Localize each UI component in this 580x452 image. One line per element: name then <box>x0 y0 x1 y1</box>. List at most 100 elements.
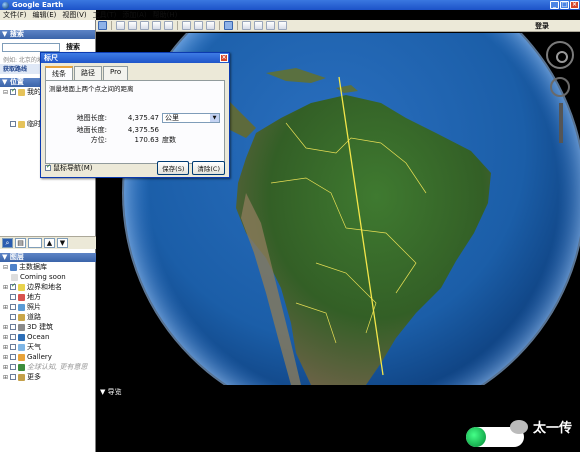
blank-field[interactable] <box>28 238 42 248</box>
search-button[interactable]: 搜索 <box>62 42 84 52</box>
layer-item[interactable]: ⊞ 3D 建筑 <box>3 322 96 332</box>
layer-item[interactable]: ⊞ 照片 <box>3 302 96 312</box>
clear-button[interactable]: 清除(C) <box>192 161 225 175</box>
move-up-icon[interactable]: ▲ <box>44 238 55 248</box>
layer-item[interactable]: ⊞ Gallery <box>3 352 96 362</box>
toolbar: 登录 <box>96 20 580 32</box>
expand-icon[interactable]: ⊞ <box>3 374 8 381</box>
checkbox[interactable] <box>10 344 16 350</box>
email-icon[interactable] <box>242 21 251 30</box>
checkbox[interactable] <box>10 324 16 330</box>
placemark-icon[interactable] <box>116 21 125 30</box>
layer-label: 照片 <box>27 303 41 311</box>
checkbox[interactable] <box>10 354 16 360</box>
tour-panel-title[interactable]: ▼ 导览 <box>96 385 580 399</box>
layer-item[interactable]: 道路 <box>3 312 96 322</box>
ground-length-row: 地面长度: 4,375.56 <box>52 125 162 135</box>
tab-line[interactable]: 线条 <box>45 66 73 80</box>
menu-view[interactable]: 视图(V) <box>59 10 89 20</box>
map-length-label: 地图长度: <box>76 114 107 122</box>
checkbox[interactable] <box>10 294 16 300</box>
layer-item[interactable]: ⊞ Ocean <box>3 332 96 342</box>
menu-file[interactable]: 文件(F) <box>0 10 30 20</box>
ruler-icon[interactable] <box>224 21 233 30</box>
list-view-icon[interactable]: ▤ <box>15 238 26 248</box>
chevron-down-icon[interactable]: ▼ <box>210 114 219 122</box>
window-titlebar: Google Earth _ □ × <box>0 0 580 10</box>
checkbox[interactable] <box>10 121 16 127</box>
checkbox[interactable] <box>10 282 16 290</box>
menu-edit[interactable]: 编辑(E) <box>30 10 60 20</box>
layer-item[interactable]: 地方 <box>3 292 96 302</box>
search-input[interactable] <box>2 42 60 52</box>
heading-value: 170.63 <box>134 136 160 144</box>
checkbox[interactable] <box>10 314 16 320</box>
expand-icon[interactable]: ⊞ <box>3 324 8 331</box>
print-icon[interactable] <box>254 21 263 30</box>
menu-tools[interactable]: 工具(T) <box>90 10 120 20</box>
maximize-button[interactable]: □ <box>560 1 569 9</box>
menu-add[interactable]: 添加(A) <box>119 10 149 20</box>
menu-help[interactable]: 帮助(H) <box>150 10 181 20</box>
save-image-icon[interactable] <box>266 21 275 30</box>
ground-length-label: 地面长度: <box>76 126 107 134</box>
overlay-icon[interactable] <box>152 21 161 30</box>
tab-path[interactable]: 路径 <box>74 66 102 80</box>
expand-icon[interactable]: ⊞ <box>3 304 8 311</box>
checkbox[interactable] <box>10 87 16 95</box>
toolbar-divider <box>219 21 220 30</box>
view-in-maps-icon[interactable] <box>278 21 287 30</box>
toolbar-divider <box>237 21 238 30</box>
layer-item[interactable]: ⊞ 边界和地名 <box>3 282 96 292</box>
expand-icon[interactable]: ⊞ <box>3 364 8 371</box>
status-indicator-icon <box>466 427 486 447</box>
checkbox[interactable] <box>10 304 16 310</box>
save-button[interactable]: 保存(S) <box>157 161 190 175</box>
expand-icon[interactable]: ⊞ <box>3 354 8 361</box>
move-control[interactable] <box>550 77 570 97</box>
checkbox[interactable] <box>10 334 16 340</box>
layers-panel-header[interactable]: ▼ 图层 <box>0 253 96 262</box>
ruler-dialog-titlebar[interactable]: 标尺 × <box>41 53 229 63</box>
polygon-icon[interactable] <box>128 21 137 30</box>
window-title: Google Earth <box>12 1 64 9</box>
checkbox[interactable] <box>10 374 16 380</box>
expand-icon[interactable]: ⊞ <box>3 344 8 351</box>
layer-item[interactable]: Coming soon <box>3 272 96 282</box>
sunlight-icon[interactable] <box>194 21 203 30</box>
unit-select-value: 公里 <box>165 114 179 122</box>
historical-imagery-icon[interactable] <box>182 21 191 30</box>
map-length-value: 4,375.47 <box>127 114 159 122</box>
layer-item[interactable]: ⊞ 天气 <box>3 342 96 352</box>
expand-icon[interactable]: ⊞ <box>3 334 8 341</box>
expand-icon[interactable]: ⊟ <box>3 264 8 271</box>
login-button[interactable]: 登录 <box>507 21 577 31</box>
sidebar-toggle-icon[interactable] <box>98 21 107 30</box>
mouse-navigation-checkbox[interactable] <box>45 163 51 171</box>
look-around-control[interactable] <box>546 41 574 69</box>
more-icon <box>18 373 25 381</box>
layer-label: 主数据库 <box>19 263 47 271</box>
layer-item[interactable]: ⊞ 全球认知, 更有意思 <box>3 362 96 372</box>
close-icon[interactable]: × <box>220 54 228 62</box>
expand-icon[interactable]: ⊞ <box>3 284 8 291</box>
mouse-navigation-option[interactable]: 鼠标导航(M) <box>45 163 154 173</box>
layer-item[interactable]: ⊞ 更多 <box>3 372 96 382</box>
record-tour-icon[interactable] <box>164 21 173 30</box>
planets-icon[interactable] <box>206 21 215 30</box>
path-icon[interactable] <box>140 21 149 30</box>
layer-item[interactable]: ⊟ 主数据库 <box>3 262 96 272</box>
checkbox[interactable] <box>10 364 16 370</box>
search-panel-header[interactable]: ▼ 搜索 <box>0 30 95 39</box>
close-window-button[interactable]: × <box>570 1 579 9</box>
unit-select[interactable]: 公里 ▼ <box>162 113 220 123</box>
heading-row: 方位: 170.63 度数 <box>52 135 176 145</box>
tab-pro[interactable]: Pro <box>103 66 129 80</box>
expand-icon[interactable]: ⊟ <box>3 89 8 96</box>
zoom-slider[interactable] <box>559 103 563 143</box>
search-places-icon[interactable]: ⌕ <box>2 238 13 248</box>
ruler-dialog: 标尺 × 线条 路径 Pro 测量地面上两个点之间的距离 地图长度: 4,375… <box>40 52 230 178</box>
minimize-button[interactable]: _ <box>550 1 559 9</box>
move-down-icon[interactable]: ▼ <box>57 238 68 248</box>
toolbar-divider <box>111 21 112 30</box>
